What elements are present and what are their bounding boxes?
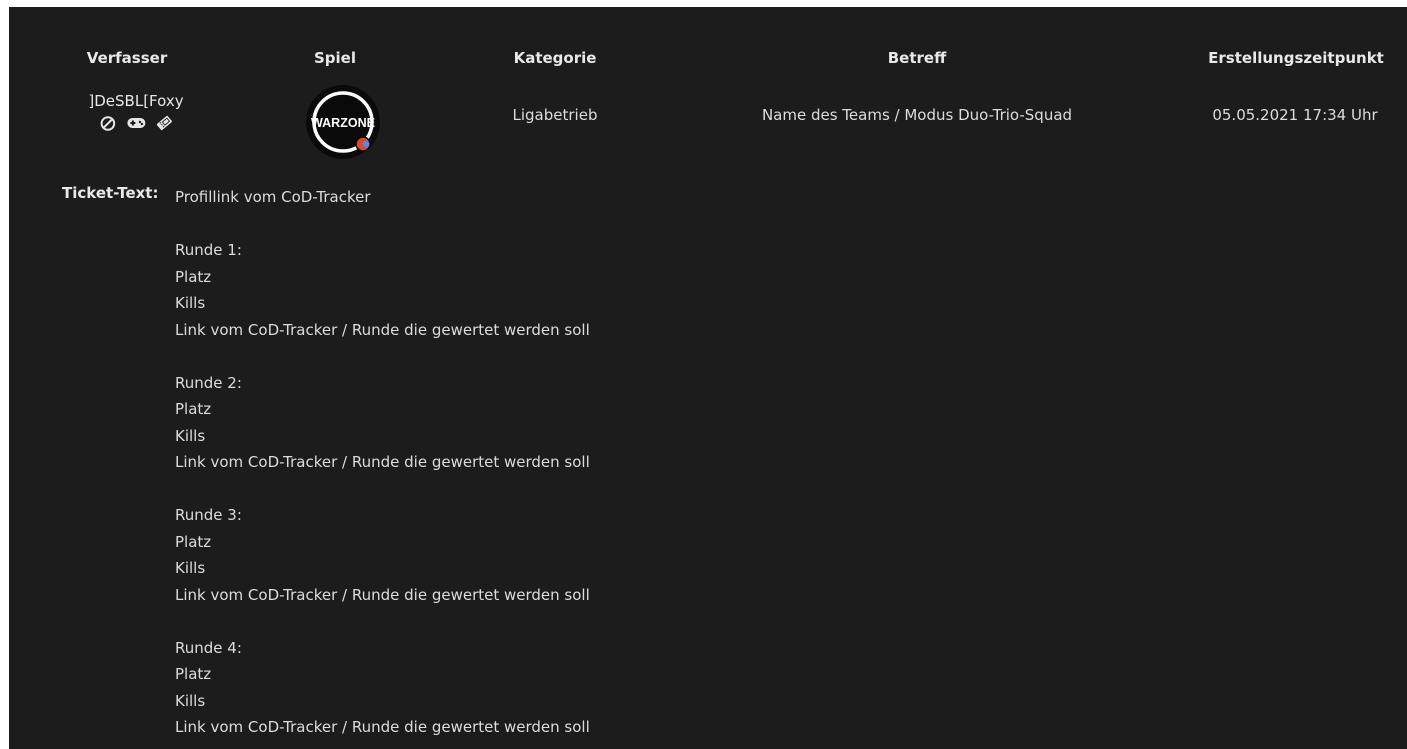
round-link: Link vom CoD-Tracker / Runde die gewerte… <box>175 453 590 471</box>
header-category: Kategorie <box>513 49 597 67</box>
ticket-panel: Verfasser Spiel Kategorie Betreff Erstel… <box>9 7 1407 749</box>
author-action-icons <box>88 114 183 132</box>
game-logo-text: WARZONE <box>311 116 375 130</box>
subject-link[interactable]: Name des Teams / Modus Duo-Trio-Squad <box>762 106 1072 124</box>
author-name-link[interactable]: ]DeSBL[Foxy <box>88 92 183 110</box>
round-link: Link vom CoD-Tracker / Runde die gewerte… <box>175 585 590 604</box>
ticket-intro: Profillink vom CoD-Tracker <box>175 188 371 206</box>
category-value: Ligabetrieb <box>512 106 598 124</box>
round-place: Platz <box>175 532 212 551</box>
header-created: Erstellungszeitpunkt <box>1208 49 1384 67</box>
round-kills: Kills <box>175 294 206 312</box>
created-value: 05.05.2021 17:34 Uhr <box>1212 106 1378 124</box>
author-cell: ]DeSBL[Foxy <box>88 92 184 132</box>
round-place: Platz <box>175 400 212 418</box>
ticket-text-label: Ticket-Text: <box>62 184 159 202</box>
round-title: Runde 1: <box>175 241 242 259</box>
round-kills: Kills <box>175 559 206 577</box>
ticket-text-body: Profillink vom CoD-Tracker Runde 1: Plat… <box>175 184 975 741</box>
round-place: Platz <box>175 267 212 286</box>
header-author: Verfasser <box>86 49 168 67</box>
header-subject: Betreff <box>887 49 947 67</box>
round-link: Link vom CoD-Tracker / Runde die gewerte… <box>175 320 590 339</box>
round-title: Runde 2: <box>175 373 242 392</box>
round-kills: Kills <box>175 426 206 445</box>
round-title: Runde 3: <box>175 506 242 524</box>
round-place: Platz <box>175 665 212 683</box>
round-title: Runde 4: <box>175 638 242 657</box>
round-link: Link vom CoD-Tracker / Runde die gewerte… <box>175 718 590 736</box>
round-kills: Kills <box>175 691 206 710</box>
header-game: Spiel <box>314 49 356 67</box>
ban-icon[interactable] <box>98 114 118 132</box>
gamepad-icon[interactable] <box>126 114 146 132</box>
ticket-icon[interactable] <box>154 114 174 132</box>
game-logo-warzone: WARZONE <box>305 84 383 162</box>
